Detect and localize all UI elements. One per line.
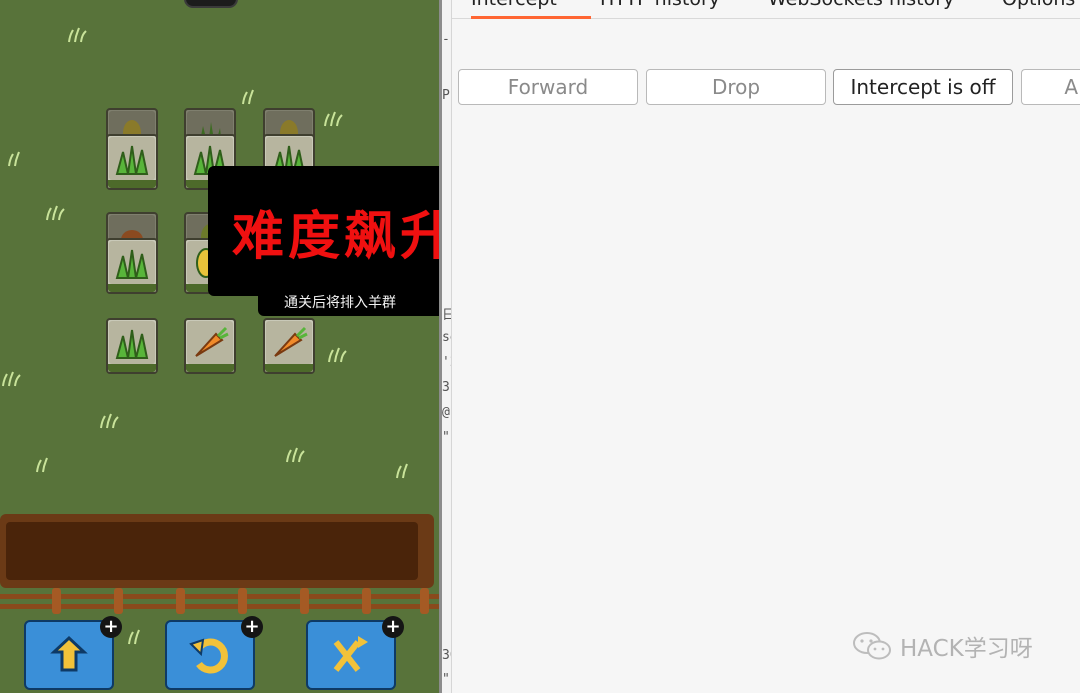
clipped-text: @" [442,405,451,420]
clipped-text: P [442,88,450,103]
popup-subtitle: 通关后将排入羊群 [258,290,440,316]
wechat-icon [853,632,891,660]
grass-decoration [46,205,65,221]
clipped-text: 日 [442,304,451,323]
grass-icon [115,329,149,359]
grass-decoration [324,111,343,127]
clipped-text: 3] [442,380,451,395]
grass-decoration [242,89,254,105]
watermark: HACK学习呀 [852,628,1033,664]
clipped-request-column: -fa P 日 se '2 3] @" ": 36 " [442,0,452,693]
move-out-plus-badge[interactable]: + [100,616,122,638]
shuffle-button[interactable]: + [306,616,404,690]
grass-decoration [100,413,119,429]
forward-button[interactable]: Forward [458,69,638,105]
tile-carrot[interactable] [184,318,236,374]
burp-proxy-panel: -fa P 日 se '2 3] @" ": 36 " Intercept HT… [442,0,1080,693]
grass-icon [115,145,149,175]
grass-decoration [328,347,347,363]
proxy-tabs: Intercept HTTP history WebSockets histor… [452,0,1080,19]
tile-grass[interactable] [106,318,158,374]
watermark-text: HACK学习呀 [900,636,1033,662]
grass-decoration [68,27,87,43]
grass-icon [115,249,149,279]
tab-websockets-history[interactable]: WebSockets history [768,0,954,10]
game-top-bar [184,0,238,8]
grass-decoration [2,371,21,387]
fence-decoration [0,588,440,614]
tile-grass[interactable] [106,134,158,190]
tile-grass[interactable] [106,238,158,294]
clipped-text: " [442,672,450,687]
popup-title: 难度飙升 [232,207,440,267]
clipped-text: -fa [442,32,451,47]
grass-decoration [286,447,305,463]
shuffle-plus-badge[interactable]: + [382,616,404,638]
tab-http-history[interactable]: HTTP history [600,0,720,10]
tile-slot-inner [6,522,418,580]
grass-decoration [128,629,140,645]
drop-button[interactable]: Drop [646,69,826,105]
undo-button[interactable]: + [165,616,263,690]
active-tab-indicator [471,16,591,19]
undo-plus-badge[interactable]: + [241,616,263,638]
game-panel: 难度飙升 通关后将排入羊群 + + + [0,0,440,693]
tab-options[interactable]: Options [1002,0,1075,10]
grass-decoration [36,457,48,473]
grass-decoration [8,151,20,167]
tab-intercept[interactable]: Intercept [471,0,557,10]
move-out-button[interactable]: + [24,616,122,690]
undo-icon [189,638,228,674]
clipped-text: se [442,330,451,345]
intercept-toggle-button[interactable]: Intercept is off [833,69,1013,105]
carrot-icon [195,326,229,357]
carrot-icon [274,326,308,357]
shuffle-icon [333,636,368,672]
tile-slot-bar [0,514,434,588]
action-button[interactable]: A [1021,69,1080,105]
clipped-text: ": [442,430,451,445]
move-out-icon [50,635,88,672]
clipped-text: '2 [442,355,451,370]
clipped-text: 36 [442,648,451,663]
tile-carrot[interactable] [263,318,315,374]
grass-decoration [396,463,408,479]
